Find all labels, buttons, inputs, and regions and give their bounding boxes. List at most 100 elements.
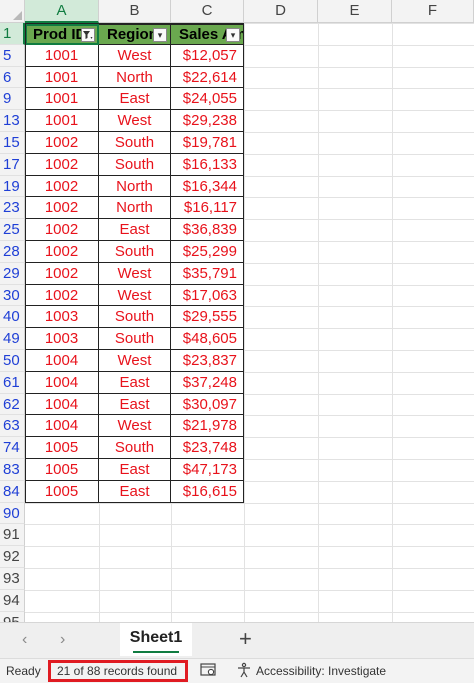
sales-amount-cell[interactable]: $24,055 [171, 88, 244, 111]
row-header[interactable]: 13 [0, 110, 25, 132]
region-cell[interactable]: South [99, 328, 171, 350]
row-header[interactable]: 15 [0, 132, 25, 154]
region-cell[interactable]: South [99, 306, 171, 329]
sales-amount-cell[interactable]: $19,781 [171, 132, 244, 154]
sales-amount-cell[interactable]: $25,299 [171, 241, 244, 263]
row-header[interactable]: 19 [0, 175, 25, 198]
row-header[interactable]: 30 [0, 284, 25, 307]
sales-amount-cell[interactable]: $12,057 [171, 44, 244, 67]
prod-id-cell[interactable]: 1001 [25, 110, 99, 132]
region-cell[interactable]: East [99, 393, 171, 416]
column-header-e[interactable]: E [318, 0, 392, 23]
row-header[interactable]: 49 [0, 328, 25, 350]
select-all-corner[interactable] [0, 0, 25, 23]
row-header[interactable]: 83 [0, 459, 25, 481]
row-header[interactable]: 17 [0, 153, 25, 176]
row-header[interactable]: 62 [0, 393, 25, 416]
region-cell[interactable]: North [99, 66, 171, 89]
sales-amount-cell[interactable]: $16,117 [171, 197, 244, 220]
row-header[interactable]: 95 [0, 611, 25, 622]
region-cell[interactable]: North [99, 175, 171, 198]
sheet-tab-sheet1[interactable]: Sheet1 [120, 623, 192, 656]
sales-amount-cell[interactable]: $29,238 [171, 110, 244, 132]
region-cell[interactable]: East [99, 480, 171, 503]
column-header-c[interactable]: C [171, 0, 244, 23]
column-header-a[interactable]: A [25, 0, 99, 23]
region-cell[interactable]: West [99, 284, 171, 307]
sales-amount-cell[interactable]: $36,839 [171, 219, 244, 241]
row-header[interactable]: 61 [0, 371, 25, 394]
prod-id-cell[interactable]: 1002 [25, 197, 99, 220]
row-header[interactable]: 1 [0, 23, 25, 45]
row-header[interactable]: 5 [0, 44, 25, 67]
sales-amount-cell[interactable]: $23,837 [171, 350, 244, 372]
sales-amount-cell[interactable]: $37,248 [171, 371, 244, 394]
prod-id-header[interactable]: Prod ID [25, 24, 99, 45]
macro-recording-icon[interactable] [200, 663, 216, 677]
sales-amount-cell[interactable]: $29,555 [171, 306, 244, 329]
sales-amount-cell[interactable]: $23,748 [171, 437, 244, 459]
prod-id-cell[interactable]: 1002 [25, 153, 99, 176]
sales-amount-cell[interactable]: $16,615 [171, 480, 244, 503]
column-header-f[interactable]: F [392, 0, 474, 23]
prod-id-cell[interactable]: 1003 [25, 328, 99, 350]
region-cell[interactable]: North [99, 197, 171, 220]
row-header[interactable]: 40 [0, 306, 25, 329]
prod-id-cell[interactable]: 1005 [25, 480, 99, 503]
region-cell[interactable]: West [99, 415, 171, 438]
column-header-b[interactable]: B [99, 0, 171, 23]
sales-amount-cell[interactable]: $17,063 [171, 284, 244, 307]
region-cell[interactable]: East [99, 88, 171, 111]
prod-id-cell[interactable]: 1005 [25, 437, 99, 459]
prod-id-cell[interactable]: 1004 [25, 415, 99, 438]
region-cell[interactable]: South [99, 437, 171, 459]
region-header[interactable]: Region [99, 24, 171, 45]
region-cell[interactable]: South [99, 241, 171, 263]
prod-id-cell[interactable]: 1005 [25, 459, 99, 481]
sales-amount-cell[interactable]: $35,791 [171, 262, 244, 285]
sales-amount-cell[interactable]: $21,978 [171, 415, 244, 438]
prod-id-cell[interactable]: 1002 [25, 284, 99, 307]
row-header[interactable]: 74 [0, 437, 25, 459]
sales-amount-cell[interactable]: $16,133 [171, 153, 244, 176]
sales-amount-header[interactable]: Sales Amount [171, 24, 244, 45]
filter-dropdown-icon[interactable] [153, 28, 167, 42]
prod-id-cell[interactable]: 1003 [25, 306, 99, 329]
region-cell[interactable]: East [99, 371, 171, 394]
prod-id-cell[interactable]: 1001 [25, 44, 99, 67]
next-sheet-icon[interactable]: › [60, 631, 65, 649]
sales-amount-cell[interactable]: $47,173 [171, 459, 244, 481]
filter-dropdown-icon[interactable] [226, 28, 240, 42]
accessibility-status[interactable]: Accessibility: Investigate [256, 664, 386, 678]
sales-amount-cell[interactable]: $22,614 [171, 66, 244, 89]
row-header[interactable]: 23 [0, 197, 25, 220]
row-header[interactable]: 84 [0, 480, 25, 503]
row-header[interactable]: 50 [0, 350, 25, 372]
prod-id-cell[interactable]: 1002 [25, 175, 99, 198]
prod-id-cell[interactable]: 1002 [25, 241, 99, 263]
row-header[interactable]: 90 [0, 502, 25, 525]
prev-sheet-icon[interactable]: ‹ [22, 631, 27, 649]
prod-id-cell[interactable]: 1001 [25, 88, 99, 111]
row-header[interactable]: 91 [0, 524, 25, 547]
accessibility-icon[interactable] [236, 662, 252, 678]
row-header[interactable]: 94 [0, 589, 25, 612]
region-cell[interactable]: South [99, 132, 171, 154]
prod-id-cell[interactable]: 1002 [25, 262, 99, 285]
row-header[interactable]: 28 [0, 241, 25, 263]
prod-id-cell[interactable]: 1004 [25, 371, 99, 394]
row-header[interactable]: 63 [0, 415, 25, 438]
spreadsheet-grid[interactable]: ABCDEF 1 5 6 9 13 15 17 19 23 25 28 29 30 40 49 50 61 62 6… [0, 0, 474, 622]
row-header[interactable]: 29 [0, 262, 25, 285]
row-header[interactable]: 93 [0, 568, 25, 590]
row-header[interactable]: 25 [0, 219, 25, 241]
prod-id-cell[interactable]: 1001 [25, 66, 99, 89]
region-cell[interactable]: West [99, 350, 171, 372]
add-sheet-button[interactable]: + [239, 627, 252, 651]
region-cell[interactable]: East [99, 459, 171, 481]
filter-applied-icon[interactable] [81, 28, 95, 42]
region-cell[interactable]: South [99, 153, 171, 176]
sales-amount-cell[interactable]: $30,097 [171, 393, 244, 416]
prod-id-cell[interactable]: 1002 [25, 219, 99, 241]
region-cell[interactable]: West [99, 44, 171, 67]
